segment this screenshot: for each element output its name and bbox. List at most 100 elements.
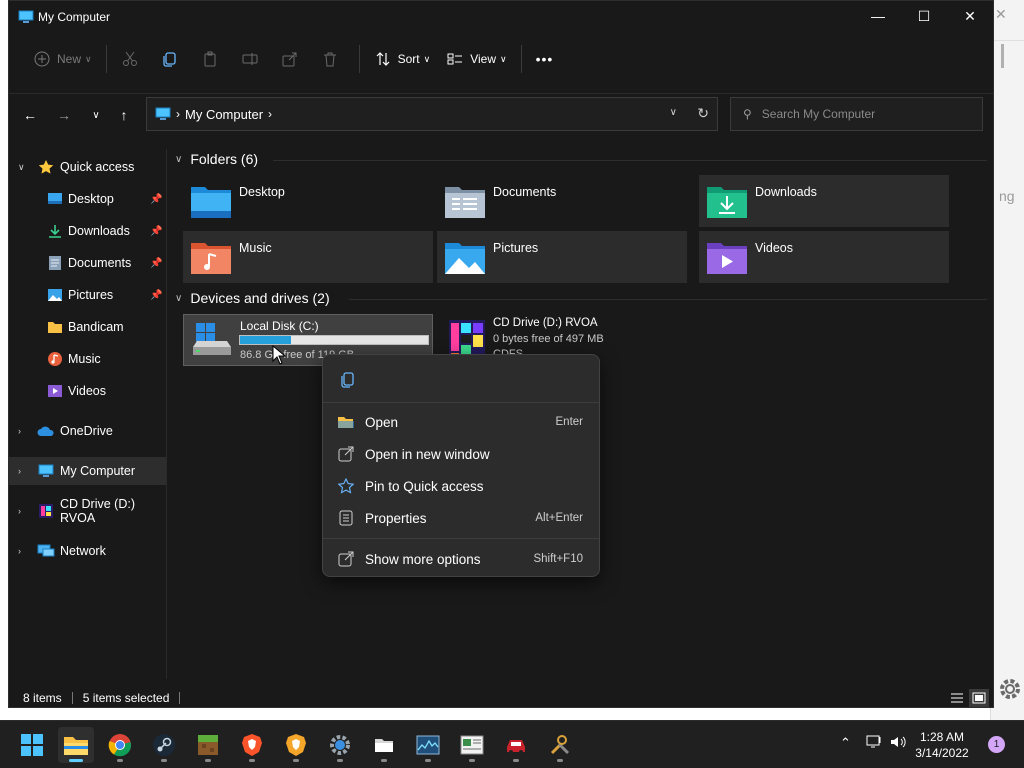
sidebar-item-cd-drive[interactable]: › CD Drive (D:) RVOA (9, 497, 166, 525)
share-button[interactable] (273, 43, 313, 75)
chevron-right-icon[interactable]: › (18, 546, 21, 556)
taskbar-system-info[interactable] (454, 727, 490, 763)
maximize-button[interactable]: ☐ (901, 1, 947, 31)
folder-tile-documents[interactable]: Documents (437, 175, 687, 227)
document-icon (46, 255, 64, 271)
sidebar-item-label: CD Drive (D:) RVOA (60, 497, 135, 525)
sidebar-item-my-computer[interactable]: › My Computer (9, 457, 166, 485)
taskbar-file-explorer[interactable] (58, 727, 94, 763)
details-view-icon[interactable] (947, 689, 967, 707)
tools-icon (550, 735, 570, 755)
context-menu-properties[interactable]: Properties Alt+Enter (323, 502, 599, 534)
sidebar-item-network[interactable]: › Network (9, 537, 166, 565)
copy-icon[interactable] (339, 371, 357, 389)
chevron-right-icon[interactable]: › (18, 506, 21, 516)
delete-button[interactable] (313, 43, 353, 75)
chevron-right-icon[interactable]: › (18, 426, 21, 436)
network-status-icon[interactable] (866, 735, 882, 752)
paste-button[interactable] (193, 43, 233, 75)
taskbar-resource-monitor[interactable] (410, 727, 446, 763)
new-button[interactable]: New ∨ (25, 43, 100, 75)
cut-button[interactable] (113, 43, 153, 75)
pin-icon: 📌 (150, 193, 163, 205)
refresh-icon[interactable]: ↻ (697, 105, 709, 122)
chevron-down-icon[interactable]: ∨ (18, 162, 25, 173)
network-icon (37, 543, 55, 559)
brave-beta-icon (286, 734, 306, 756)
view-button[interactable]: View ∨ (438, 43, 514, 75)
taskbar-brave-beta[interactable] (278, 727, 314, 763)
context-menu-pin-quick-access[interactable]: Pin to Quick access (323, 470, 599, 502)
folder-tile-pictures[interactable]: Pictures (437, 231, 687, 283)
group-divider (273, 160, 987, 161)
sidebar-item-bandicam[interactable]: Bandicam (9, 313, 166, 341)
running-indicator (337, 759, 343, 762)
breadcrumb-chevron-icon[interactable]: › (268, 107, 272, 121)
sidebar-item-downloads[interactable]: Downloads 📌 (9, 217, 166, 245)
more-button[interactable]: ••• (528, 43, 562, 75)
start-button[interactable] (14, 727, 50, 763)
copy-button[interactable] (153, 43, 193, 75)
folder-tile-downloads[interactable]: Downloads (699, 175, 949, 227)
taskbar-chrome[interactable] (102, 727, 138, 763)
drives-group-header[interactable]: ∨ Devices and drives (2) (175, 290, 330, 306)
forward-button[interactable]: → (53, 104, 75, 126)
up-button[interactable]: ↑ (113, 104, 135, 126)
sidebar-item-label: Downloads (68, 224, 130, 238)
taskbar-steam[interactable] (146, 727, 182, 763)
breadcrumb-my-computer[interactable]: My Computer (185, 107, 263, 122)
taskbar-files-app[interactable] (366, 727, 402, 763)
car-game-icon (507, 740, 525, 754)
notification-badge[interactable]: 1 (988, 736, 1005, 753)
volume-icon[interactable] (890, 735, 908, 752)
tiles-view-icon[interactable] (969, 689, 989, 707)
sidebar-item-pictures[interactable]: Pictures 📌 (9, 281, 166, 309)
chevron-right-icon[interactable]: › (18, 466, 21, 476)
back-button[interactable]: ← (19, 104, 41, 126)
steam-icon (153, 734, 175, 756)
search-input[interactable]: ⚲ Search My Computer (730, 97, 983, 131)
sidebar-item-desktop[interactable]: Desktop 📌 (9, 185, 166, 213)
rename-button[interactable] (233, 43, 273, 75)
folder-tile-videos[interactable]: Videos (699, 231, 949, 283)
sort-button[interactable]: Sort ∨ (366, 43, 439, 75)
settings-gear-icon (330, 735, 350, 755)
taskbar-minecraft[interactable] (190, 727, 226, 763)
address-history-dropdown[interactable]: ∨ (670, 107, 677, 118)
sidebar-item-label: Videos (68, 384, 106, 398)
pin-icon: 📌 (150, 289, 163, 301)
sidebar-item-onedrive[interactable]: › OneDrive (9, 417, 166, 445)
sidebar-item-music[interactable]: Music (9, 345, 166, 373)
system-clock[interactable]: 1:28 AM 3/14/2022 (912, 729, 972, 761)
sidebar-item-videos[interactable]: Videos (9, 377, 166, 405)
background-close-icon[interactable]: ✕ (995, 6, 1007, 23)
taskbar-settings[interactable] (322, 727, 358, 763)
folder-tile-desktop[interactable]: Desktop (183, 175, 433, 227)
address-bar[interactable]: › My Computer › ∨ ↻ (146, 97, 718, 131)
taskbar-game-app[interactable] (498, 727, 534, 763)
context-menu-open-new-window[interactable]: Open in new window (323, 438, 599, 470)
show-hidden-icons-chevron-icon[interactable]: ⌃ (840, 735, 851, 751)
system-info-icon (460, 735, 484, 755)
chevron-down-icon[interactable]: ∨ (175, 293, 182, 304)
sidebar-item-quick-access[interactable]: ∨ Quick access (9, 153, 166, 181)
close-button[interactable]: ✕ (947, 1, 993, 31)
clipboard-icon (201, 50, 219, 68)
search-icon: ⚲ (743, 107, 752, 121)
chevron-down-icon[interactable]: ∨ (175, 154, 182, 165)
recent-locations-button[interactable]: ∨ (85, 104, 107, 126)
menu-item-label: Open in new window (365, 446, 490, 462)
breadcrumb-chevron-icon[interactable]: › (176, 107, 180, 121)
sidebar-item-documents[interactable]: Documents 📌 (9, 249, 166, 277)
running-indicator (425, 759, 431, 762)
folders-group-header[interactable]: ∨ Folders (6) (175, 151, 258, 167)
context-menu-open[interactable]: Open Enter (323, 406, 599, 438)
computer-icon (155, 107, 171, 120)
taskbar-brave[interactable] (234, 727, 270, 763)
context-menu-show-more-options[interactable]: Show more options Shift+F10 (323, 543, 599, 575)
folder-tile-music[interactable]: Music (183, 231, 433, 283)
command-bar: New ∨ Sort ∨ View ∨ ••• (9, 39, 993, 79)
minimize-button[interactable]: — (855, 1, 901, 31)
background-scrollbar[interactable] (1001, 44, 1004, 68)
taskbar-tools-app[interactable] (542, 727, 578, 763)
